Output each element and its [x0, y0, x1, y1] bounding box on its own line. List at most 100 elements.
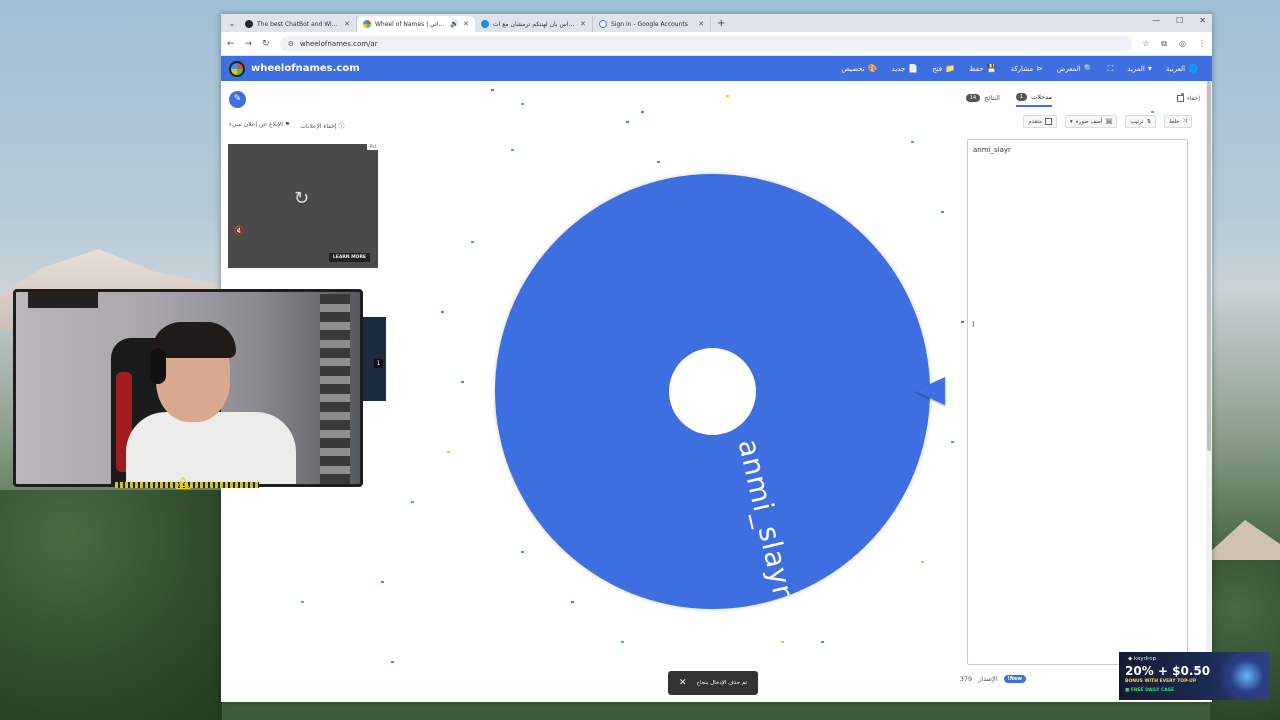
forest-left [0, 490, 222, 720]
url-field[interactable]: ⚙ wheelofnames.com/ar [279, 35, 1133, 52]
tab-label: النتائج [984, 94, 1000, 102]
file-icon: 📄 [908, 64, 919, 73]
scrollbar-thumb[interactable] [1207, 81, 1211, 451]
shuffle-label: خلط [1169, 118, 1180, 125]
kebab-menu-icon[interactable]: ⋮ [1198, 39, 1206, 49]
browser-window: ⌄ The best ChatBot and Widgets ✕ Wheel o… [221, 14, 1212, 702]
close-icon[interactable]: ✕ [580, 20, 586, 28]
sort-button[interactable]: ⇅ ترتيب [1125, 115, 1157, 128]
wheel-entry-label: anmi_slayr [731, 436, 801, 601]
tab-wheel-of-names[interactable]: Wheel of Names | العشوائي 🔊 ✕ [357, 16, 475, 32]
stream-logo-icon: ⟁ [175, 473, 192, 494]
hide-label: إخفاء [1186, 95, 1200, 102]
reload-icon[interactable]: ↻ [262, 39, 270, 49]
tab-search-icon[interactable]: ⌄ [225, 16, 239, 32]
google-icon [599, 20, 607, 28]
hide-checkbox[interactable] [1176, 95, 1184, 102]
new-badge[interactable]: New! [1003, 675, 1026, 683]
wheel-of-names[interactable]: anmi_slayr [495, 174, 930, 609]
report-ad-link[interactable]: ⚑ الإبلاغ عن إعلان سيء [229, 121, 290, 130]
maximize-icon[interactable]: ☐ [1176, 16, 1183, 25]
video-ad[interactable]: Ad ↻ 🔇 LEARN MORE [228, 144, 378, 268]
tab-label: ميداس بان لهنتكم ترمشان مع آت [493, 20, 577, 28]
menu-save[interactable]: 💾 حفظ [969, 64, 996, 73]
hide-ads-link[interactable]: ⓘ إخفاء الإعلانات [300, 121, 344, 130]
close-icon[interactable]: ✕ [679, 678, 687, 688]
github-icon [245, 20, 253, 28]
version-label: الإصدار [978, 675, 998, 683]
menu-share[interactable]: ⋖ مشاركة [1011, 64, 1043, 73]
profile-icon[interactable]: ◎ [1179, 39, 1186, 49]
menu-fullscreen[interactable]: ⛶ [1108, 64, 1114, 74]
brand-name[interactable]: wheelofnames.com [251, 63, 360, 74]
tab-google[interactable]: Sign in - Google Accounts ✕ [593, 16, 711, 32]
tab-chatbot[interactable]: The best ChatBot and Widgets ✕ [239, 16, 357, 32]
pencil-icon: ✎ [233, 94, 242, 104]
learn-more-button[interactable]: LEARN MORE [328, 253, 370, 262]
edit-pencil-button[interactable]: ✎ [229, 91, 246, 108]
tab-label: Sign in - Google Accounts [611, 20, 688, 28]
side-ad[interactable]: 1 [361, 317, 386, 401]
tab-results[interactable]: النتائج 14 [965, 93, 1000, 107]
minimize-icon[interactable]: — [1152, 16, 1160, 25]
menu-customize[interactable]: 🎨 تخصيص [841, 64, 877, 73]
wheel-hub[interactable] [669, 348, 756, 435]
add-image-button[interactable]: 🖼 أضف صورة ▾ [1064, 115, 1118, 128]
entries-textarea[interactable]: anmi_slayr I [967, 139, 1188, 665]
speaker-icon[interactable]: 🔊 [450, 20, 459, 28]
menu-label: المعرض [1056, 64, 1081, 73]
curtain [320, 294, 350, 484]
wheel[interactable]: anmi_slayr [495, 174, 930, 609]
close-window-icon[interactable]: ✕ [1199, 16, 1206, 25]
keydrop-subline: BONUS WITH EVERY TOP-UP [1125, 679, 1197, 684]
tab-entries[interactable]: مدخلات 1 [1015, 93, 1052, 107]
toast-notification: ✕ تم حذف الإدخال بنجاح [668, 671, 758, 695]
keydrop-banner: ◆ keydrop 20% + $0.50 BONUS WITH EVERY T… [1119, 652, 1269, 700]
site-logo-icon[interactable] [229, 60, 245, 77]
menu-open[interactable]: 📁 فتح [932, 64, 955, 73]
mute-icon[interactable]: 🔇 [234, 226, 244, 235]
close-icon[interactable]: ✕ [463, 20, 469, 28]
banner-graphic [1214, 652, 1269, 700]
tab-edge[interactable]: ميداس بان لهنتكم ترمشان مع آت ✕ [475, 16, 593, 32]
keydrop-headline: 20% + $0.50 [1125, 664, 1211, 678]
forward-icon[interactable]: → [245, 39, 253, 49]
wheel-pointer-icon [915, 377, 945, 405]
webcam-overlay [13, 289, 363, 487]
back-icon[interactable]: ← [227, 39, 235, 49]
bookmark-star-icon[interactable]: ☆ [1142, 39, 1149, 49]
site-info-icon[interactable]: ⚙ [288, 40, 294, 48]
replay-icon[interactable]: ↻ [294, 188, 309, 209]
menu-more[interactable]: ▾ المزيد [1127, 64, 1152, 73]
close-icon[interactable]: ✕ [698, 20, 704, 28]
window-controls: — ☐ ✕ [1152, 16, 1206, 25]
close-icon[interactable]: ✕ [344, 20, 350, 28]
advanced-checkbox[interactable] [1044, 118, 1052, 125]
save-icon: 💾 [986, 64, 997, 73]
advanced-toggle[interactable]: متقدم [1023, 115, 1057, 128]
extensions-icon[interactable]: ⧉ [1161, 39, 1167, 49]
caret-down-icon: ▾ [1069, 118, 1073, 125]
url-text: wheelofnames.com/ar [299, 39, 378, 48]
version-number: 379 [959, 675, 973, 683]
menu-label: حفظ [969, 64, 984, 73]
menu-label: العربية [1165, 64, 1186, 73]
advanced-label: متقدم [1028, 118, 1042, 125]
menu-gallery[interactable]: 🔍 المعرض [1057, 64, 1094, 73]
menu-label: مشاركة [1010, 64, 1034, 73]
address-bar: ← → ↻ ⚙ wheelofnames.com/ar ☆ ⧉ ◎ ⋮ [221, 32, 1212, 56]
shuffle-button[interactable]: ⤨ خلط [1164, 115, 1192, 128]
headset [150, 348, 166, 384]
keydrop-cta: ■ FREE DAILY CASE [1125, 688, 1175, 693]
version-info: New! الإصدار 379 [960, 675, 1026, 683]
page-scrollbar[interactable] [1206, 81, 1212, 702]
new-tab-button[interactable]: + [711, 16, 731, 32]
entries-toolbar: ⤨ خلط ⇅ ترتيب 🖼 أضف صورة ▾ متقدم [1023, 115, 1192, 128]
share-icon: ⋖ [1036, 64, 1043, 73]
add-image-label: أضف صورة [1075, 118, 1103, 125]
menu-language[interactable]: 🌐 العربية [1166, 64, 1198, 73]
tab-label: The best ChatBot and Widgets [257, 20, 341, 28]
menu-new[interactable]: 📄 جديد [892, 64, 919, 73]
site-menu: 🌐 العربية ▾ المزيد ⛶ 🔍 المعرض ⋖ مشاركة 💾 حفظ … [841, 56, 1198, 81]
hide-panel-toggle[interactable]: إخفاء [1176, 95, 1200, 102]
